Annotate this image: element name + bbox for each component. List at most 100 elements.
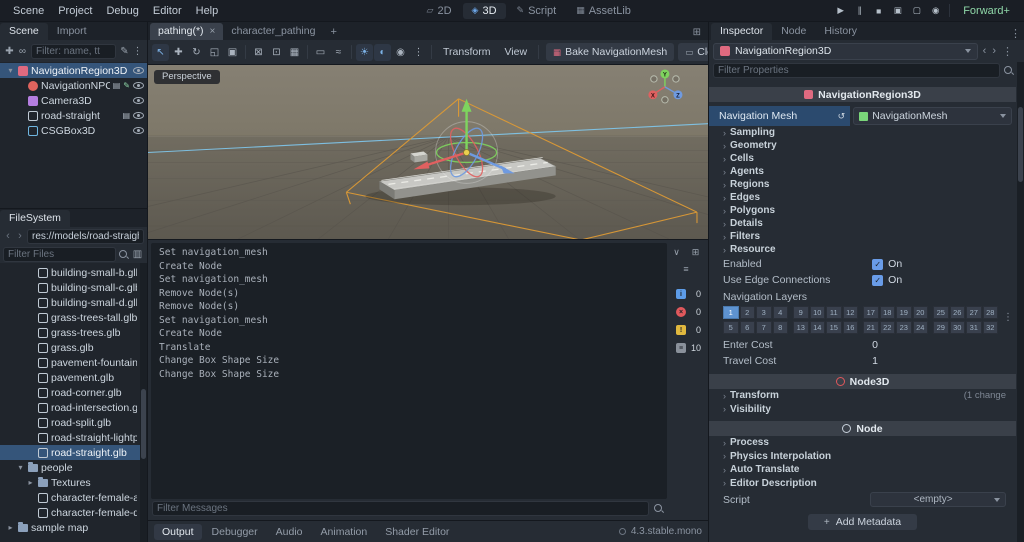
nav-layer-cell[interactable]: 29	[933, 321, 949, 334]
transform-tool-icon[interactable]: ▣	[224, 44, 241, 61]
subsection-row[interactable]: Cells	[709, 152, 1016, 165]
scene-tree-row[interactable]: CSGBox3D	[0, 123, 147, 138]
expand-output-icon[interactable]: ∨	[670, 245, 684, 259]
section-row[interactable]: Editor Description	[709, 477, 1016, 491]
nav-layer-cell[interactable]: 10	[809, 306, 825, 319]
nav-layer-cell[interactable]: 20	[912, 306, 928, 319]
nav-layer-cell[interactable]: 17	[863, 306, 879, 319]
snap-icon[interactable]: ≈	[330, 44, 347, 61]
lock-icon[interactable]: ⊠	[250, 44, 267, 61]
nav-layer-cell[interactable]: 12	[842, 306, 858, 319]
file-row[interactable]: building-small-b.glb	[0, 265, 147, 280]
rotate-tool-icon[interactable]: ↻	[188, 44, 205, 61]
file-row[interactable]: character-female-a.glb	[0, 490, 147, 505]
nav-layer-cell[interactable]: 22	[879, 321, 895, 334]
object-menu-icon[interactable]: ⋮	[1001, 45, 1014, 58]
section-row[interactable]: Visibility	[709, 403, 1016, 417]
instantiate-scene-icon[interactable]: ∞	[16, 46, 29, 57]
menubar-menu[interactable]: Project	[51, 3, 99, 19]
add-node-icon[interactable]: ✚	[3, 46, 16, 57]
open-scene-icon[interactable]	[122, 111, 130, 120]
nav-layer-cell[interactable]: 16	[842, 321, 858, 334]
file-row[interactable]: building-small-d.glb	[0, 295, 147, 310]
file-sort-icon[interactable]: ▥	[131, 249, 144, 260]
subsection-row[interactable]: Resource	[709, 243, 1016, 256]
file-row[interactable]: road-corner.glb	[0, 385, 147, 400]
nav-layer-cell[interactable]: 5	[723, 321, 739, 334]
scene-more-icon[interactable]: ⋮	[131, 46, 144, 57]
visibility-eye-icon[interactable]	[133, 82, 144, 89]
checkbox-checked-icon[interactable]	[872, 274, 884, 286]
history-back-icon[interactable]: ‹	[982, 45, 988, 57]
menubar-menu[interactable]: Editor	[146, 3, 189, 19]
close-icon[interactable]	[210, 25, 216, 37]
filter-properties-input[interactable]	[713, 62, 1000, 78]
scene-dock-tab[interactable]: Import	[48, 23, 96, 40]
file-row[interactable]: road-split.glb	[0, 415, 147, 430]
nav-layer-cell[interactable]: 32	[982, 321, 998, 334]
history-forward-icon[interactable]: ›	[15, 230, 25, 242]
file-row[interactable]: ▾ people	[0, 460, 147, 475]
scale-tool-icon[interactable]: ◱	[206, 44, 223, 61]
visibility-eye-icon[interactable]	[133, 97, 144, 104]
nav-layer-cell[interactable]: 21	[863, 321, 879, 334]
file-row[interactable]: road-straight.glb	[0, 445, 147, 460]
move-tool-icon[interactable]: ✚	[170, 44, 187, 61]
menubar-menu[interactable]: Help	[189, 3, 226, 19]
nav-layer-cell[interactable]: 31	[966, 321, 982, 334]
filesystem-tab[interactable]: FileSystem	[0, 210, 70, 227]
menubar-menu[interactable]: Scene	[6, 3, 51, 19]
viewport-menu[interactable]: View	[497, 44, 534, 60]
perspective-menu[interactable]: Perspective	[154, 70, 220, 84]
filter-files-input[interactable]	[3, 246, 116, 262]
nav-layer-cell[interactable]: 27	[966, 306, 982, 319]
subsection-row[interactable]: Agents	[709, 165, 1016, 178]
workspace-2d[interactable]: ▱ 2D	[418, 3, 461, 19]
environment-icon[interactable]: ◐	[374, 43, 391, 61]
play-button[interactable]: ▶	[832, 3, 849, 19]
file-row[interactable]: road-straight-lightposts.g...	[0, 430, 147, 445]
camera-preview-icon[interactable]: ◉	[392, 44, 409, 61]
attach-script-icon[interactable]: ✎	[118, 46, 131, 57]
nav-layer-cell[interactable]: 11	[826, 306, 842, 319]
subsection-row[interactable]: Edges	[709, 191, 1016, 204]
nav-layer-cell[interactable]: 28	[982, 306, 998, 319]
movie-mode-button[interactable]: ◉	[927, 3, 944, 19]
filter-list-icon[interactable]: ≡	[679, 262, 693, 276]
play-scene-button[interactable]: ▣	[889, 3, 906, 19]
scene-tree-row[interactable]: ▾ NavigationRegion3D	[0, 63, 147, 78]
scr-thumb[interactable]	[1018, 107, 1023, 182]
bake-navigationmesh-button[interactable]: ▦ Bake NavigationMesh	[546, 43, 675, 61]
file-row[interactable]: ▸ Textures	[0, 475, 147, 490]
workspace-assetlib[interactable]: ▦ AssetLib	[567, 3, 640, 19]
message-counter[interactable]: 10	[671, 341, 701, 355]
filesystem-scrollbar[interactable]	[140, 263, 147, 542]
nav-layer-cell[interactable]: 13	[793, 321, 809, 334]
script-icon[interactable]	[123, 81, 130, 90]
sun-icon[interactable]: ☀	[356, 43, 373, 61]
group-icon[interactable]: ▦	[286, 44, 303, 61]
bottom-panel-tab[interactable]: Shader Editor	[377, 524, 457, 540]
inspector-dock-tab[interactable]: Node	[772, 23, 815, 40]
filter-messages-input[interactable]	[152, 500, 649, 516]
message-counter[interactable]: 0	[671, 305, 701, 319]
history-back-icon[interactable]: ‹	[3, 230, 13, 242]
nav-layer-cell[interactable]: 7	[756, 321, 772, 334]
section-row[interactable]: Physics Interpolation	[709, 450, 1016, 464]
history-forward-icon[interactable]: ›	[991, 45, 997, 57]
workspace-3d[interactable]: ◈ 3D	[462, 2, 506, 19]
navigation-mesh-resource[interactable]: NavigationMesh	[853, 107, 1012, 125]
subsection-row[interactable]: Sampling	[709, 126, 1016, 139]
viewport-more-icon[interactable]: ⋮	[410, 44, 427, 61]
subsection-row[interactable]: Regions	[709, 178, 1016, 191]
edited-object-selector[interactable]: NavigationRegion3D	[713, 42, 978, 60]
renderer-selector[interactable]: Forward+	[955, 3, 1018, 19]
subsection-row[interactable]: Filters	[709, 230, 1016, 243]
revert-icon[interactable]: ↺	[838, 111, 846, 122]
panel-menu-icon[interactable]: ⋮	[1009, 27, 1022, 40]
file-row[interactable]: grass-trees.glb	[0, 325, 147, 340]
menubar-menu[interactable]: Debug	[99, 3, 145, 19]
file-row[interactable]: ▸ sample map	[0, 520, 147, 535]
filesystem-path-input[interactable]	[27, 228, 144, 244]
open-scene-icon[interactable]	[113, 81, 121, 90]
